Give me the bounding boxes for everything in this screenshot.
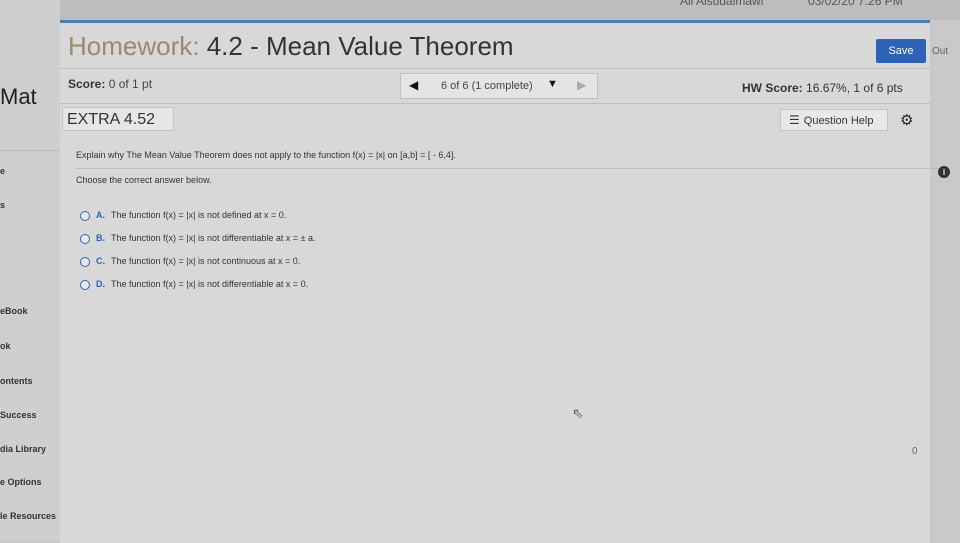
option-text: The function f(x) = |x| is not different… <box>111 279 309 289</box>
sidebar-item-resources[interactable]: le Resources <box>0 511 56 521</box>
sidebar-item-homework[interactable]: e <box>0 166 5 176</box>
save-button[interactable]: Save <box>876 39 926 63</box>
list-icon: ☰ <box>789 113 800 127</box>
answer-option-d[interactable]: D. The function f(x) = |x| is not differe… <box>80 279 308 290</box>
sidebar-item-quizzes[interactable]: s <box>0 200 5 210</box>
question-prompt: Explain why The Mean Value Theorem does … <box>76 150 456 160</box>
option-text: The function f(x) = |x| is not defined a… <box>111 210 287 220</box>
sidebar-item-success[interactable]: Success <box>0 410 37 420</box>
sidebar-item-options[interactable]: e Options <box>0 477 42 487</box>
previous-question-icon[interactable]: ◀ <box>409 78 418 92</box>
page-title: Homework: 4.2 - Mean Value Theorem <box>68 31 514 62</box>
score-label: Score: <box>68 77 106 91</box>
sidebar-item-ebook[interactable]: eBook <box>0 306 28 316</box>
answer-option-a[interactable]: A. The function f(x) = |x| is not defined… <box>80 210 286 221</box>
sign-out-link[interactable]: Out <box>932 46 948 57</box>
radio-button[interactable] <box>80 256 90 267</box>
mouse-pointer-icon: ⇖ <box>572 405 584 421</box>
score: Score: 0 of 1 pt <box>68 77 152 91</box>
sidebar-divider <box>0 150 60 151</box>
sidebar-item-contents[interactable]: ontents <box>0 376 33 386</box>
left-sidebar: Mat e s eBook ok ontents Success dia Lib… <box>0 0 60 540</box>
radio-button[interactable] <box>80 233 90 244</box>
question-id: EXTRA 4.52 <box>62 107 174 131</box>
status-divider <box>60 103 930 104</box>
title-prefix: Homework: <box>68 31 200 61</box>
score-value: 0 of 1 pt <box>105 77 153 91</box>
question-help-label: Question Help <box>803 115 874 127</box>
right-edge-value: 0 <box>912 446 918 457</box>
radio-button[interactable] <box>80 279 90 290</box>
hw-score: HW Score: 16.67%, 1 of 6 pts <box>742 81 903 95</box>
question-dropdown-icon[interactable]: ▼ <box>547 78 558 90</box>
sidebar-item-textbook[interactable]: ok <box>0 341 11 351</box>
option-letter: C. <box>96 256 105 266</box>
next-question-icon[interactable]: ▶ <box>577 78 586 92</box>
option-text: The function f(x) = |x| is not continuou… <box>111 256 301 266</box>
answer-instruction: Choose the correct answer below. <box>76 175 212 185</box>
hw-score-value: 16.67%, 1 of 6 pts <box>802 81 903 95</box>
title-text: 4.2 - Mean Value Theorem <box>199 31 514 61</box>
option-text: The function f(x) = |x| is not different… <box>111 233 316 243</box>
option-letter: A. <box>96 210 105 220</box>
user-name: Ali Alsudaimawi <box>680 0 764 8</box>
info-icon[interactable]: i <box>938 166 950 178</box>
date-time: 03/02/20 7:26 PM <box>808 0 903 8</box>
homework-panel: Homework: 4.2 - Mean Value Theorem Save … <box>60 20 950 543</box>
answer-option-c[interactable]: C. The function f(x) = |x| is not continu… <box>80 256 300 267</box>
gear-icon[interactable]: ⚙ <box>900 111 913 129</box>
header-divider <box>60 68 930 69</box>
option-letter: D. <box>96 279 105 289</box>
option-letter: B. <box>96 233 105 243</box>
hw-score-label: HW Score: <box>742 81 803 95</box>
sidebar-item-media-library[interactable]: dia Library <box>0 444 46 454</box>
question-help-button[interactable]: ☰ Question Help <box>780 109 888 131</box>
answer-option-b[interactable]: B. The function f(x) = |x| is not differe… <box>80 233 316 244</box>
sidebar-brand: Mat <box>0 84 37 109</box>
radio-button[interactable] <box>80 210 90 221</box>
question-navigator: ◀ 6 of 6 (1 complete) ▼ ▶ <box>400 73 598 99</box>
question-position[interactable]: 6 of 6 (1 complete) <box>441 80 533 92</box>
question-divider <box>76 168 940 169</box>
browser-top-strip: Ali Alsudaimawi 03/02/20 7:26 PM <box>0 0 960 20</box>
